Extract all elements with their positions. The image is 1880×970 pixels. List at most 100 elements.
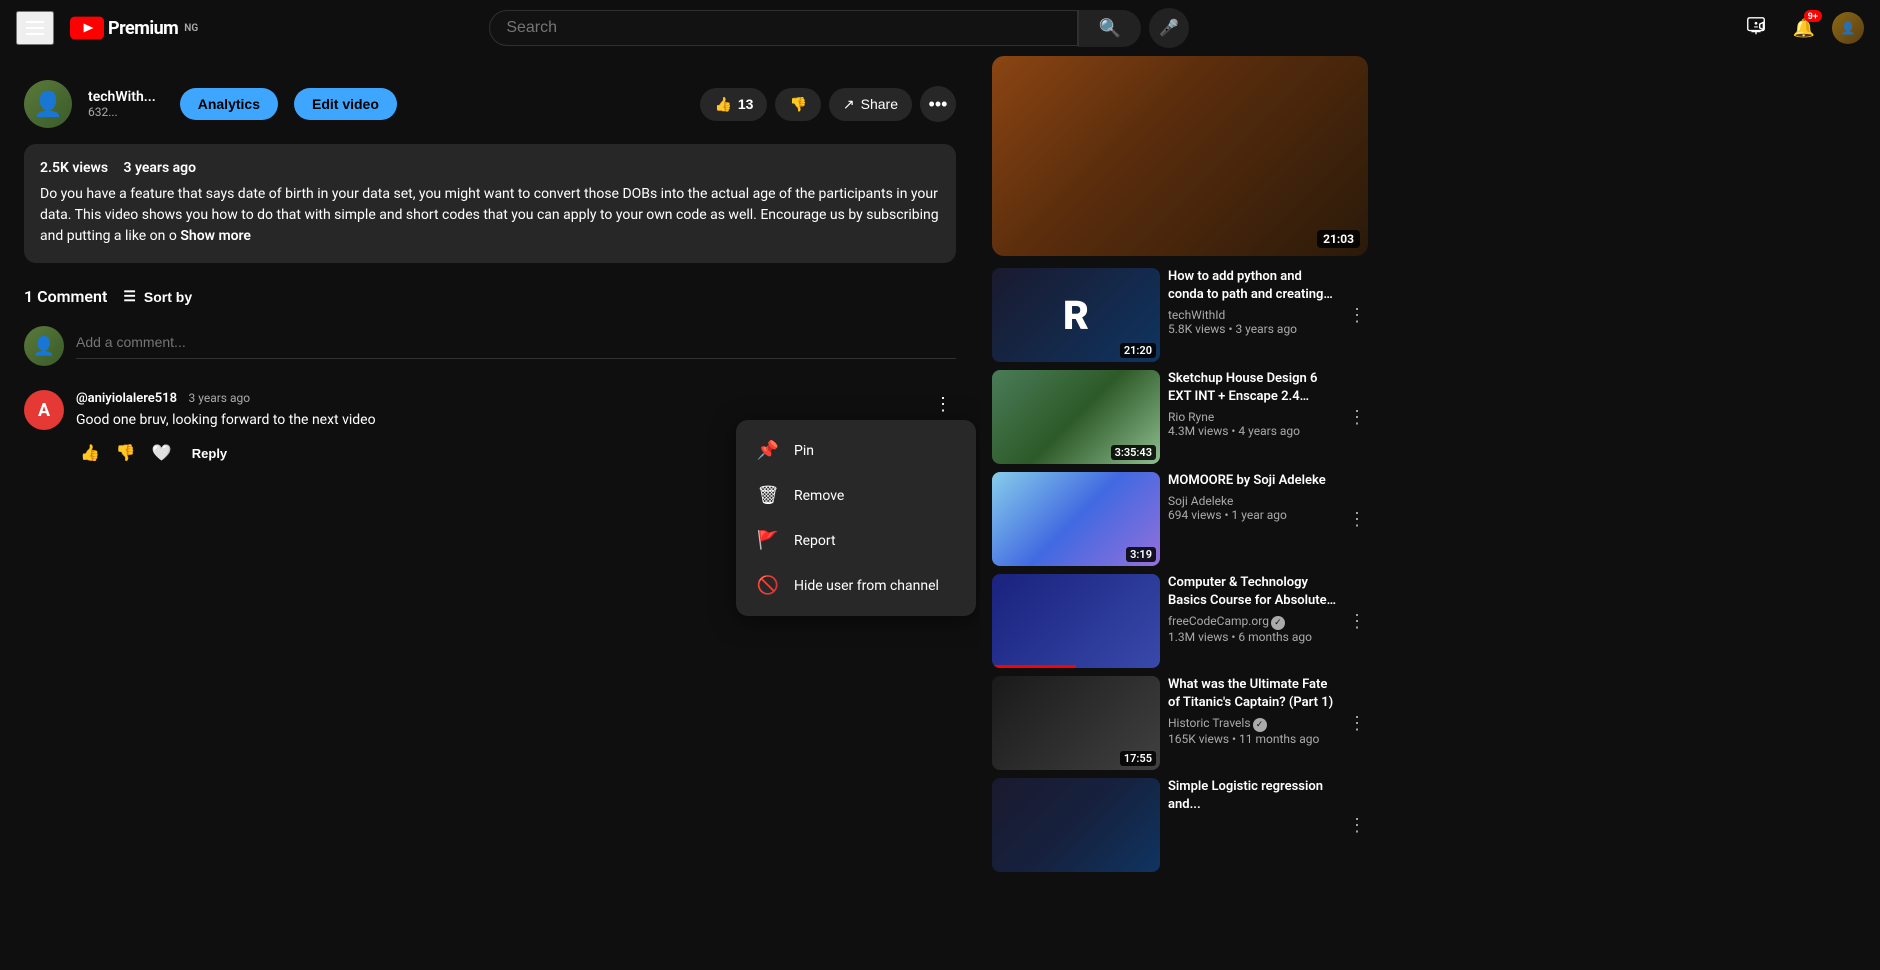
- video-more-button[interactable]: ⋮: [1346, 472, 1368, 566]
- edit-video-button[interactable]: Edit video: [294, 88, 397, 120]
- more-actions-button[interactable]: •••: [920, 86, 956, 122]
- comments-count: 1 Comment: [24, 287, 107, 306]
- comment-author: @aniyiolalere518: [76, 391, 177, 406]
- sidebar-video-item[interactable]: R 21:20 How to add python and conda to p…: [992, 268, 1368, 362]
- video-more-button[interactable]: ⋮: [1346, 574, 1368, 668]
- video-thumbnail: R 21:20: [992, 268, 1160, 362]
- comment-like-button[interactable]: 👍: [76, 439, 104, 467]
- comment-dislike-button[interactable]: 👎: [112, 439, 140, 467]
- video-meta: Computer & Technology Basics Course for …: [1168, 574, 1338, 668]
- remove-label: Remove: [794, 488, 844, 504]
- comment-avatar-letter: A: [38, 400, 50, 421]
- share-button[interactable]: ↗ Share: [829, 88, 912, 121]
- search-button[interactable]: 🔍: [1078, 10, 1141, 47]
- channel-avatar[interactable]: 👤: [24, 80, 72, 128]
- video-stats: 165K views • 11 months ago: [1168, 732, 1338, 746]
- video-title: Sketchup House Design 6 EXT INT + Enscap…: [1168, 370, 1338, 406]
- video-title: What was the Ultimate Fate of Titanic's …: [1168, 676, 1338, 712]
- video-stats: 5.8K views • 3 years ago: [1168, 322, 1338, 336]
- comment-heart-button[interactable]: 🤍: [148, 439, 176, 467]
- video-thumbnail: 3:35:43: [992, 370, 1160, 464]
- comments-header: 1 Comment ☰ Sort by: [24, 287, 956, 306]
- video-duration: 21:20: [1120, 343, 1156, 358]
- search-bar: 🔍 🎤: [489, 8, 1189, 48]
- channel-text: techWith... 632...: [88, 89, 156, 119]
- sidebar-video-item[interactable]: 3:35:43 Sketchup House Design 6 EXT INT …: [992, 370, 1368, 464]
- video-title: Simple Logistic regression and...: [1168, 778, 1338, 814]
- header-left: PremiumNG: [16, 11, 216, 45]
- sidebar-video-item[interactable]: Simple Logistic regression and... ⋮: [992, 778, 1368, 872]
- analytics-button[interactable]: Analytics: [180, 88, 278, 120]
- sidebar-video-item[interactable]: 17:55 What was the Ultimate Fate of Tita…: [992, 676, 1368, 770]
- featured-video-thumb[interactable]: 21:03: [992, 56, 1368, 256]
- video-stats: 694 views • 1 year ago: [1168, 508, 1338, 522]
- video-channel: Soji Adeleke: [1168, 494, 1338, 508]
- featured-thumb-image: [992, 56, 1368, 256]
- pin-label: Pin: [794, 443, 814, 459]
- context-menu-pin[interactable]: 📌 Pin: [736, 428, 976, 473]
- video-title: MOMOORE by Soji Adeleke: [1168, 472, 1338, 490]
- video-stats: 1.3M views • 6 months ago: [1168, 630, 1338, 644]
- video-more-button[interactable]: ⋮: [1346, 268, 1368, 362]
- channel-subs: 632...: [88, 105, 156, 119]
- sort-label: Sort by: [144, 289, 192, 305]
- thumbdown-icon: 👎: [789, 96, 806, 113]
- video-more-button[interactable]: ⋮: [1346, 676, 1368, 770]
- video-meta: What was the Ultimate Fate of Titanic's …: [1168, 676, 1338, 770]
- create-icon: [1745, 15, 1767, 42]
- video-thumbnail: [992, 574, 1160, 668]
- share-label: Share: [861, 96, 898, 112]
- channel-name: techWith...: [88, 89, 156, 105]
- context-menu: 📌 Pin 🗑 Remove 🚩 Report 🚫 Hide user from…: [736, 420, 976, 616]
- reply-button[interactable]: Reply: [184, 442, 235, 465]
- thumbup-icon: 👍: [714, 96, 731, 113]
- video-more-button[interactable]: ⋮: [1346, 778, 1368, 872]
- video-stats: 4.3M views • 4 years ago: [1168, 424, 1338, 438]
- video-thumbnail: [992, 778, 1160, 872]
- comment-header: @aniyiolalere518 3 years ago: [76, 390, 956, 406]
- video-more-button[interactable]: ⋮: [1346, 370, 1368, 464]
- description-meta: 2.5K views 3 years ago: [40, 160, 940, 176]
- logo-badge: NG: [184, 23, 198, 34]
- notifications-button[interactable]: 🔔 9+: [1784, 8, 1824, 48]
- video-meta: MOMOORE by Soji Adeleke Soji Adeleke 694…: [1168, 472, 1338, 566]
- right-panel: 21:03 R 21:20 How to add python and cond…: [980, 56, 1380, 914]
- report-label: Report: [794, 533, 836, 549]
- logo[interactable]: PremiumNG: [70, 16, 198, 40]
- search-input[interactable]: [490, 11, 1077, 45]
- video-channel: Rio Ryne: [1168, 410, 1338, 424]
- featured-duration: 21:03: [1317, 230, 1360, 248]
- dislike-button[interactable]: 👎: [775, 88, 820, 121]
- sidebar-video-item[interactable]: Computer & Technology Basics Course for …: [992, 574, 1368, 668]
- view-count: 2.5K views: [40, 160, 108, 176]
- thumb-image: [992, 574, 1160, 668]
- comment-more-button[interactable]: ⋮: [930, 390, 956, 419]
- comment-avatar: A: [24, 390, 64, 430]
- comment-input[interactable]: [76, 326, 956, 359]
- context-menu-hide-user[interactable]: 🚫 Hide user from channel: [736, 563, 976, 608]
- sidebar-video-item[interactable]: 3:19 MOMOORE by Soji Adeleke Soji Adelek…: [992, 472, 1368, 566]
- comment-thumbup-icon: 👍: [80, 443, 100, 463]
- video-meta: Sketchup House Design 6 EXT INT + Enscap…: [1168, 370, 1338, 464]
- context-menu-report[interactable]: 🚩 Report: [736, 518, 976, 563]
- like-button[interactable]: 👍 13: [700, 88, 767, 121]
- header-right: 🔔 9+ 👤: [1736, 8, 1864, 48]
- sort-button[interactable]: ☰ Sort by: [123, 288, 192, 305]
- flag-icon: 🚩: [756, 530, 780, 551]
- trash-icon: 🗑: [756, 485, 780, 506]
- header: PremiumNG 🔍 🎤 🔔: [0, 0, 1880, 56]
- video-channel: freeCodeCamp.org✓: [1168, 614, 1338, 630]
- vertical-dots-icon: ⋮: [934, 394, 952, 414]
- menu-button[interactable]: [16, 11, 54, 45]
- mic-button[interactable]: 🎤: [1149, 8, 1189, 48]
- avatar[interactable]: 👤: [1832, 12, 1864, 44]
- youtube-logo-icon: [70, 16, 104, 40]
- add-comment-row: 👤: [24, 326, 956, 366]
- share-icon: ↗: [843, 96, 855, 113]
- context-menu-remove[interactable]: 🗑 Remove: [736, 473, 976, 518]
- video-thumbnail: 17:55: [992, 676, 1160, 770]
- search-input-wrap: [489, 10, 1078, 46]
- show-more-button[interactable]: Show more: [180, 228, 251, 244]
- create-button[interactable]: [1736, 8, 1776, 48]
- video-title: Computer & Technology Basics Course for …: [1168, 574, 1338, 610]
